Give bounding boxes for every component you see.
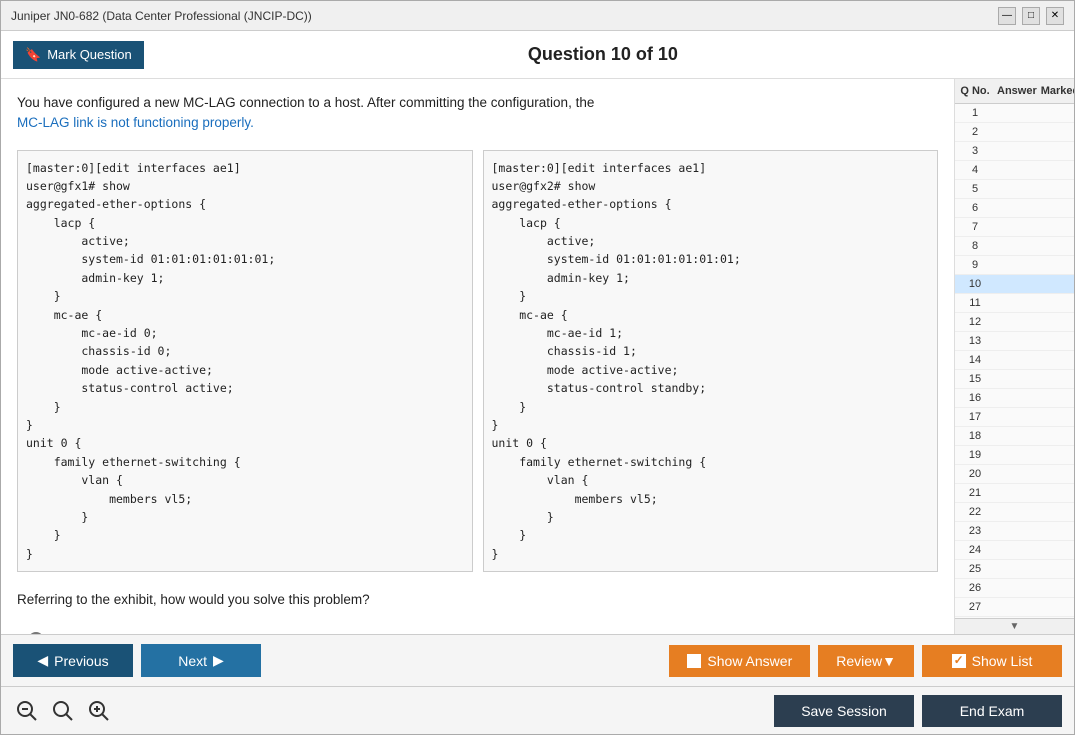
zoom-out-button[interactable]	[13, 697, 41, 725]
sidebar-row[interactable]: 17	[955, 408, 1074, 427]
bookmark-icon: 🔖	[25, 47, 41, 63]
toolbar: 🔖 Mark Question Question 10 of 10	[1, 31, 1074, 79]
sidebar-row[interactable]: 20	[955, 465, 1074, 484]
zoom-controls	[13, 697, 113, 725]
window-controls: — □ ✕	[998, 7, 1064, 25]
next-button[interactable]: Next ▶	[141, 644, 261, 677]
zoom-in-icon	[88, 700, 110, 722]
sidebar-list[interactable]: 1234567891011121314151617181920212223242…	[955, 104, 1074, 618]
sidebar-row[interactable]: 5	[955, 180, 1074, 199]
question-intro: You have configured a new MC-LAG connect…	[17, 93, 938, 134]
sidebar-row[interactable]: 6	[955, 199, 1074, 218]
sidebar-row[interactable]: 27	[955, 598, 1074, 617]
next-arrow-icon: ▶	[213, 652, 224, 669]
check-icon: ✓	[952, 654, 966, 668]
end-exam-button[interactable]: End Exam	[922, 695, 1062, 727]
sidebar-row[interactable]: 14	[955, 351, 1074, 370]
sidebar-col-qno: Q No.	[955, 83, 995, 99]
sidebar-row[interactable]: 1	[955, 104, 1074, 123]
sidebar-col-marked: Marked	[1039, 83, 1074, 99]
previous-button[interactable]: ◀ Previous	[13, 644, 133, 677]
sidebar-row[interactable]: 10	[955, 275, 1074, 294]
mark-question-button[interactable]: 🔖 Mark Question	[13, 41, 144, 69]
sidebar-row[interactable]: 9	[955, 256, 1074, 275]
sidebar-row[interactable]: 3	[955, 142, 1074, 161]
sidebar-row[interactable]: 2	[955, 123, 1074, 142]
sidebar-row[interactable]: 18	[955, 427, 1074, 446]
sidebar-row[interactable]: 7	[955, 218, 1074, 237]
question-text: Referring to the exhibit, how would you …	[17, 592, 938, 607]
sidebar-row[interactable]: 4	[955, 161, 1074, 180]
review-button[interactable]: Review ▼	[818, 645, 914, 677]
exhibit-left: [master:0][edit interfaces ae1] user@gfx…	[17, 150, 473, 573]
square-icon	[687, 654, 701, 668]
sidebar-row[interactable]: 23	[955, 522, 1074, 541]
sidebar-scroll-down[interactable]: ▼	[955, 618, 1074, 634]
sidebar-row[interactable]: 11	[955, 294, 1074, 313]
sidebar-row[interactable]: 21	[955, 484, 1074, 503]
close-button[interactable]: ✕	[1046, 7, 1064, 25]
exhibits: [master:0][edit interfaces ae1] user@gfx…	[17, 150, 938, 573]
content-panel: You have configured a new MC-LAG connect…	[1, 79, 954, 634]
question-title: Question 10 of 10	[144, 44, 1062, 65]
sidebar-header: Q No. Answer Marked	[955, 79, 1074, 104]
maximize-button[interactable]: □	[1022, 7, 1040, 25]
zoom-reset-icon	[52, 700, 74, 722]
prev-arrow-icon: ◀	[37, 652, 48, 669]
show-answer-button[interactable]: Show Answer	[669, 645, 810, 677]
show-list-button[interactable]: ✓ Show List	[922, 645, 1062, 677]
bottom-action-bar: Save Session End Exam	[1, 686, 1074, 734]
title-bar: Juniper JN0-682 (Data Center Professiona…	[1, 1, 1074, 31]
window-title: Juniper JN0-682 (Data Center Professiona…	[11, 9, 312, 23]
minimize-button[interactable]: —	[998, 7, 1016, 25]
sidebar-row[interactable]: 19	[955, 446, 1074, 465]
sidebar-row[interactable]: 8	[955, 237, 1074, 256]
zoom-in-button[interactable]	[85, 697, 113, 725]
zoom-reset-button[interactable]	[49, 697, 77, 725]
save-session-button[interactable]: Save Session	[774, 695, 914, 727]
bottom-nav-bar: ◀ Previous Next ▶ Show Answer Review ▼ ✓…	[1, 634, 1074, 686]
sidebar-row[interactable]: 22	[955, 503, 1074, 522]
options-list: A. Configure a system-id on qfx1 that is…	[17, 623, 938, 634]
sidebar-row[interactable]: 13	[955, 332, 1074, 351]
review-arrow-icon: ▼	[882, 653, 896, 669]
sidebar-row[interactable]: 24	[955, 541, 1074, 560]
sidebar-row[interactable]: 15	[955, 370, 1074, 389]
exhibit-right: [master:0][edit interfaces ae1] user@gfx…	[483, 150, 939, 573]
main-area: You have configured a new MC-LAG connect…	[1, 79, 1074, 634]
sidebar: Q No. Answer Marked 12345678910111213141…	[954, 79, 1074, 634]
sidebar-row[interactable]: 25	[955, 560, 1074, 579]
sidebar-row[interactable]: 16	[955, 389, 1074, 408]
app-window: Juniper JN0-682 (Data Center Professiona…	[0, 0, 1075, 735]
sidebar-col-answer: Answer	[995, 83, 1039, 99]
option-a[interactable]: A. Configure a system-id on qfx1 that is…	[17, 623, 938, 634]
sidebar-row[interactable]: 26	[955, 579, 1074, 598]
zoom-out-icon	[16, 700, 38, 722]
sidebar-row[interactable]: 12	[955, 313, 1074, 332]
